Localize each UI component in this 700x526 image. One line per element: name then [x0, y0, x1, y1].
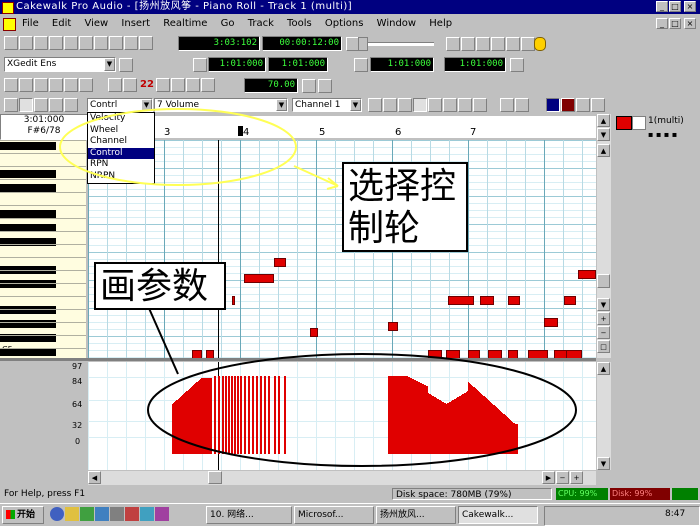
annotation-draw-params-text: 画参数 — [100, 266, 209, 307]
quicklaunch-app3-icon[interactable] — [155, 507, 169, 521]
arrow-to-controller — [147, 305, 179, 375]
status-indicator — [672, 488, 698, 500]
quicklaunch-outlook-icon[interactable] — [65, 507, 79, 521]
tray-clock: 8:47 — [665, 509, 686, 519]
quicklaunch-desktop-icon[interactable] — [80, 507, 94, 521]
windows-logo-icon — [6, 510, 15, 519]
status-bar: For Help, press F1 Disk space: 780MB (79… — [0, 487, 700, 502]
status-disk: Disk space: 780MB (79%) — [392, 488, 552, 500]
quick-launch — [50, 507, 170, 524]
quicklaunch-media-icon[interactable] — [110, 507, 124, 521]
status-cpu: CPU: 99% — [556, 488, 608, 500]
quicklaunch-channel-icon[interactable] — [95, 507, 109, 521]
quicklaunch-app-icon[interactable] — [125, 507, 139, 521]
quicklaunch-ie-icon[interactable] — [50, 507, 64, 521]
taskbar-item-microsoft[interactable]: Microsof... — [294, 506, 374, 524]
highlight-ellipse-dropdown — [59, 108, 297, 186]
start-button[interactable]: 开始 — [2, 506, 44, 524]
arrow-to-label — [293, 165, 339, 187]
status-help: For Help, press F1 — [4, 489, 86, 499]
annotation-select-wheel-text: 选择控制轮 — [348, 166, 457, 249]
taskbar-item-cakewalk[interactable]: Cakewalk... — [458, 506, 538, 524]
start-label: 开始 — [17, 510, 36, 520]
system-tray: 8:47 — [544, 506, 700, 526]
taskbar: 开始 10. 网络... Microsof... 扬州放风... Cakewal… — [0, 503, 700, 526]
taskbar-item-kite[interactable]: 扬州放风... — [376, 506, 456, 524]
tray-icons[interactable] — [549, 510, 649, 522]
annotation-draw-params: 画参数 — [94, 262, 226, 310]
quicklaunch-app2-icon[interactable] — [140, 507, 154, 521]
annotation-select-wheel: 选择控制轮 — [342, 162, 468, 252]
taskbar-item-network[interactable]: 10. 网络... — [206, 506, 292, 524]
status-disk-meter: Disk: 99% — [610, 488, 670, 500]
highlight-ellipse-controller — [147, 353, 577, 467]
